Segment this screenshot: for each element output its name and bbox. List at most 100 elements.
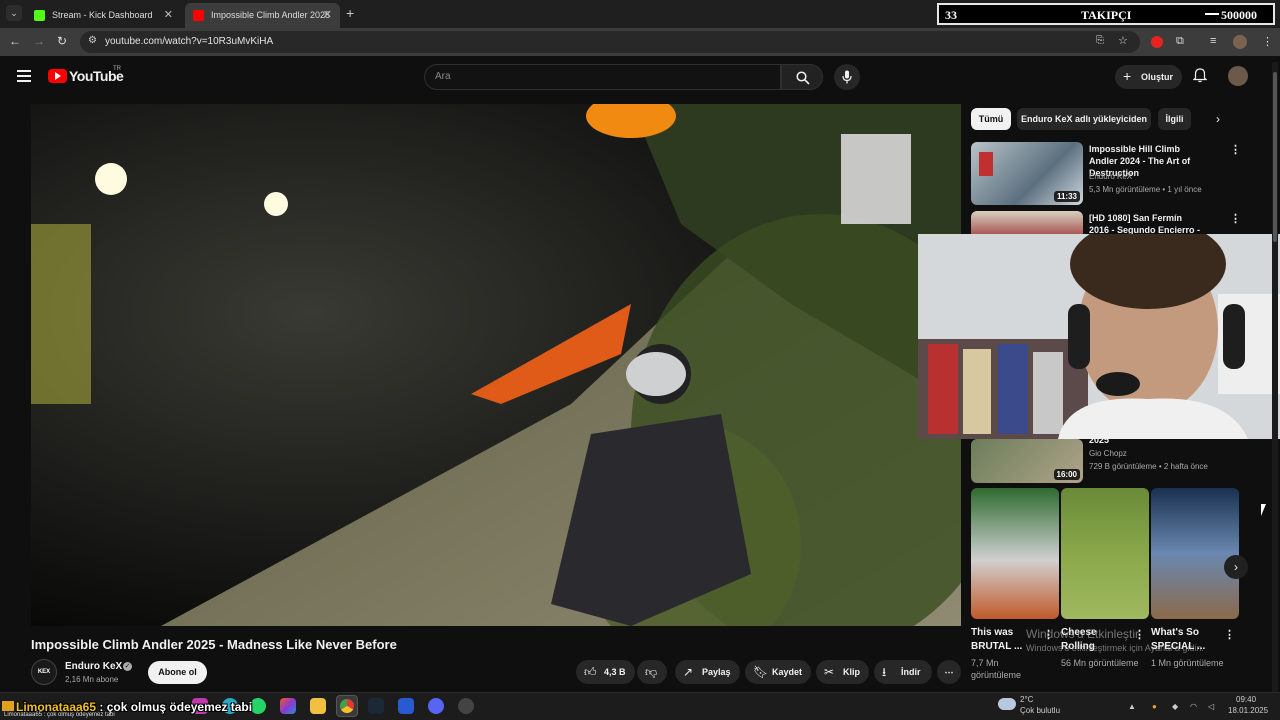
more-options-icon[interactable]: ⋮ (1230, 143, 1241, 156)
clock-time[interactable]: 09:40 (1236, 695, 1256, 704)
download-label: İndir (901, 667, 921, 677)
download-button[interactable]: ⭳ İndir (874, 660, 932, 684)
country-code: TR (113, 66, 121, 72)
more-icon: ⋯ (944, 667, 954, 677)
recommendation-channel[interactable]: Enduro KeX (1089, 172, 1132, 181)
youtube-logo-icon[interactable] (48, 69, 67, 83)
browser-toolbar: ← → ↻ ⚙ youtube.com/watch?v=10R3uMvKiHA … (0, 28, 1280, 56)
reload-icon[interactable]: ↻ (57, 34, 67, 48)
subscribe-button[interactable]: Abone ol (148, 661, 207, 684)
follower-goal: 500000 (1221, 8, 1257, 22)
save-button[interactable]: 🔖︎ Kaydet (745, 660, 811, 684)
chevron-right-icon[interactable]: › (1224, 555, 1248, 579)
subscriber-count: 2,16 Mn abone (65, 675, 119, 684)
short-thumbnail[interactable] (1061, 488, 1149, 619)
recommendation-title[interactable]: [HD 1080] San Fermín 2016 - Segundo Enci… (1089, 212, 1204, 236)
video-player[interactable] (31, 104, 961, 626)
recommendation-thumbnail[interactable]: 16:00 (971, 439, 1083, 483)
search-button[interactable] (781, 64, 823, 90)
tab-title: Stream - Kick Dashboard (52, 10, 153, 20)
app-icon[interactable] (398, 698, 414, 714)
bookmark-icon: 🔖︎ (753, 665, 769, 679)
more-options-icon[interactable]: ⋮ (1224, 628, 1235, 641)
profile-avatar-icon[interactable] (1233, 35, 1247, 49)
webcam-overlay (918, 234, 1280, 439)
voice-search-button[interactable] (834, 64, 860, 90)
volume-icon[interactable]: ◁ (1208, 702, 1214, 711)
close-tab-icon[interactable]: ✕ (323, 3, 332, 28)
chrome-icon[interactable] (336, 695, 358, 717)
extensions-icon[interactable]: ⧉ (1176, 35, 1184, 48)
user-avatar[interactable] (1228, 66, 1248, 86)
more-actions-button[interactable]: ⋯ (937, 660, 961, 684)
tab-impossible-climb[interactable]: Impossible Climb Andler 2025 ✕ (185, 3, 340, 28)
chat-text: çok olmuş ödeyemez tabi (106, 700, 253, 714)
share-button[interactable]: ↗ Paylaş (675, 660, 740, 684)
short-views: 7,7 Mn görüntüleme (971, 658, 1022, 680)
chip-from-uploader[interactable]: Enduro KeX adlı yükleyiciden (1017, 108, 1151, 130)
weather-icon[interactable] (998, 698, 1016, 710)
browser-menu-icon[interactable]: ⋮ (1262, 35, 1273, 48)
recommendation-thumbnail[interactable]: 11:33 (971, 142, 1083, 205)
url-text: youtube.com/watch?v=10R3uMvKiHA (105, 36, 274, 47)
back-arrow-icon[interactable]: ← (9, 34, 21, 48)
site-info-icon[interactable]: ⚙ (88, 35, 97, 46)
forward-arrow-icon[interactable]: → (33, 34, 45, 48)
tray-icon[interactable]: ● (1152, 702, 1157, 711)
chip-related[interactable]: İlgili (1158, 108, 1191, 130)
video-duration: 16:00 (1053, 469, 1080, 480)
create-label: Oluştur (1141, 72, 1174, 82)
like-button[interactable]: 👍︎ 4,3 B (576, 660, 635, 684)
follower-goal-overlay: 33 TAKIPÇI 500000 (937, 3, 1275, 25)
channel-avatar[interactable]: KEX (31, 659, 57, 685)
channel-name[interactable]: Enduro KeX (65, 661, 122, 672)
tray-icon[interactable]: ◆ (1172, 702, 1178, 711)
page-scrollbar[interactable] (1272, 62, 1278, 692)
thumbs-up-icon: 👍︎ (584, 665, 597, 679)
close-tab-icon[interactable]: ✕ (164, 3, 173, 28)
streamer-webcam (918, 234, 1280, 439)
recommendation-channel[interactable]: Gio Chopz (1089, 449, 1127, 458)
steam-icon[interactable] (368, 698, 384, 714)
windows-activation-title: Windows'u Etkinleştir (1026, 627, 1139, 641)
tab-search-button[interactable]: ⌄ (6, 5, 22, 21)
dislike-button[interactable]: 👎︎ (637, 660, 667, 684)
short-thumbnail[interactable] (1151, 488, 1239, 619)
media-controls-icon[interactable]: ≡ (1210, 35, 1216, 47)
more-options-icon[interactable]: ⋮ (1230, 212, 1241, 225)
file-explorer-icon[interactable] (310, 698, 326, 714)
chip-all[interactable]: Tümü (971, 108, 1011, 130)
thumbs-down-icon: 👎︎ (645, 665, 658, 679)
address-bar[interactable]: ⚙ youtube.com/watch?v=10R3uMvKiHA ⎘ ☆ (80, 31, 1140, 53)
search-input[interactable]: Ara (424, 64, 781, 90)
whatsapp-icon[interactable] (250, 698, 266, 714)
weather-temp: 2°C (1020, 695, 1034, 704)
hamburger-menu-icon[interactable] (17, 70, 31, 82)
discord-icon[interactable] (428, 698, 444, 714)
scissors-icon: ✂ (824, 665, 835, 679)
wifi-icon[interactable]: ◠ (1190, 702, 1197, 711)
new-tab-button[interactable]: + (346, 5, 354, 21)
video-frame (31, 104, 961, 626)
tray-icon[interactable]: ▲ (1128, 702, 1136, 711)
bell-icon[interactable] (1193, 68, 1207, 83)
kick-favicon-icon (34, 10, 45, 21)
chat-badge-icon (2, 701, 14, 711)
chevron-right-icon[interactable]: › (1216, 112, 1220, 126)
follower-count: 33 (945, 8, 957, 22)
cast-icon[interactable]: ⎘ (1096, 35, 1104, 46)
clock-date[interactable]: 18.01.2025 (1228, 706, 1268, 715)
like-count: 4,3 B (604, 667, 626, 677)
save-label: Kaydet (772, 667, 803, 677)
short-thumbnail[interactable] (971, 488, 1059, 619)
tab-kick-dashboard[interactable]: Stream - Kick Dashboard ✕ (26, 3, 181, 28)
share-icon: ↗ (683, 665, 694, 679)
create-button[interactable]: + Oluştur (1115, 65, 1182, 89)
follower-label: TAKIPÇI (1081, 8, 1132, 22)
obs-icon[interactable] (458, 698, 474, 714)
extension-red-icon[interactable] (1151, 36, 1163, 48)
bookmark-star-icon[interactable]: ☆ (1118, 34, 1128, 47)
clip-button[interactable]: ✂ Klip (816, 660, 869, 684)
office-icon[interactable] (280, 698, 296, 714)
windows-activation-subtitle: Windows'u etkinleştirmek için Ayarlar'a … (1026, 643, 1204, 653)
